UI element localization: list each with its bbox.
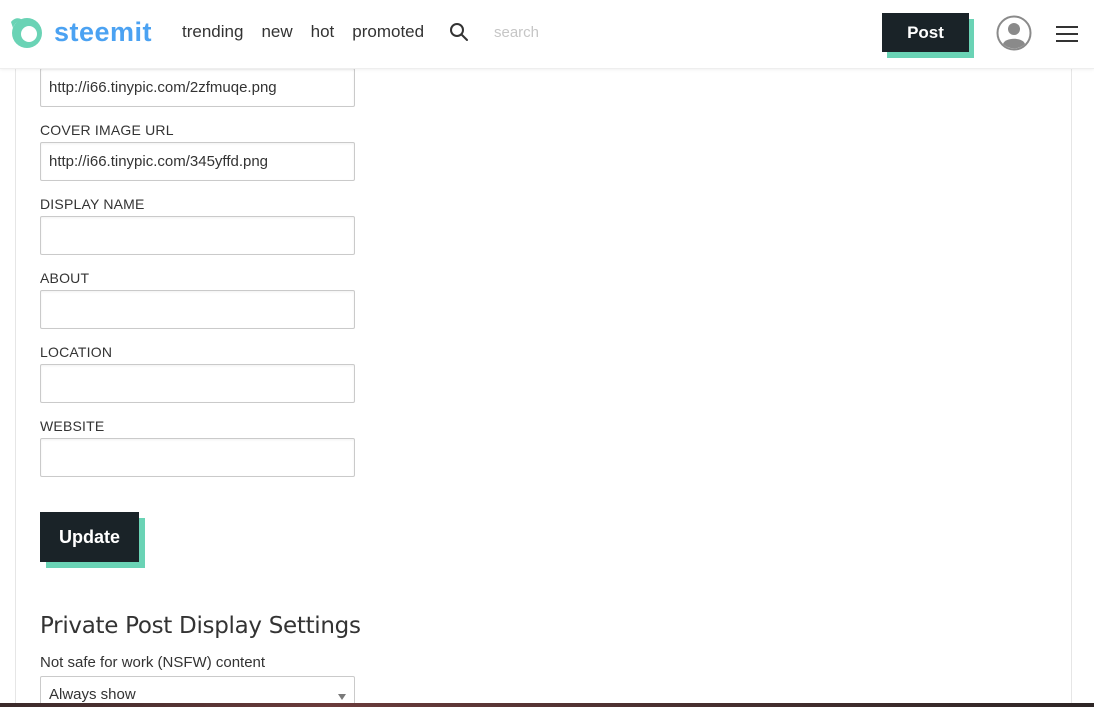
nav-promoted[interactable]: promoted [352,22,424,42]
profile-image-url-input[interactable] [40,68,355,107]
search-icon[interactable] [449,22,469,42]
user-avatar-icon[interactable] [996,15,1032,51]
settings-page: COVER IMAGE URL DISPLAY NAME ABOUT LOCAT… [0,0,1094,707]
about-label: ABOUT [40,270,90,286]
chevron-down-icon [338,694,346,700]
location-label: LOCATION [40,344,113,360]
post-button-wrap: Post [882,13,974,58]
cover-image-url-input[interactable] [40,142,355,181]
private-settings-title: Private Post Display Settings [40,613,361,639]
nav-new[interactable]: new [261,22,292,42]
cover-image-url-label: COVER IMAGE URL [40,122,174,138]
steemit-logo[interactable]: steemit [8,14,152,50]
location-input[interactable] [40,364,355,403]
display-name-input[interactable] [40,216,355,255]
nsfw-select-value: Always show [49,686,136,703]
search-input[interactable] [486,18,666,46]
nsfw-label: Not safe for work (NSFW) content [40,654,266,671]
update-button-wrap: Update [40,512,145,568]
display-name-label: DISPLAY NAME [40,196,145,212]
website-label: WEBSITE [40,418,105,434]
steemit-logo-icon [11,18,42,48]
window-bottom-edge [0,703,1094,707]
about-input[interactable] [40,290,355,329]
update-button[interactable]: Update [40,512,139,562]
main-nav: trending new hot promoted [182,20,442,44]
website-input[interactable] [40,438,355,477]
logo-text: steemit [54,16,153,47]
nav-trending[interactable]: trending [182,22,243,42]
top-header: steemit trending new hot promoted Post [0,0,1094,69]
post-button[interactable]: Post [882,13,969,52]
hamburger-menu-icon[interactable] [1056,24,1078,44]
nav-hot[interactable]: hot [311,22,335,42]
